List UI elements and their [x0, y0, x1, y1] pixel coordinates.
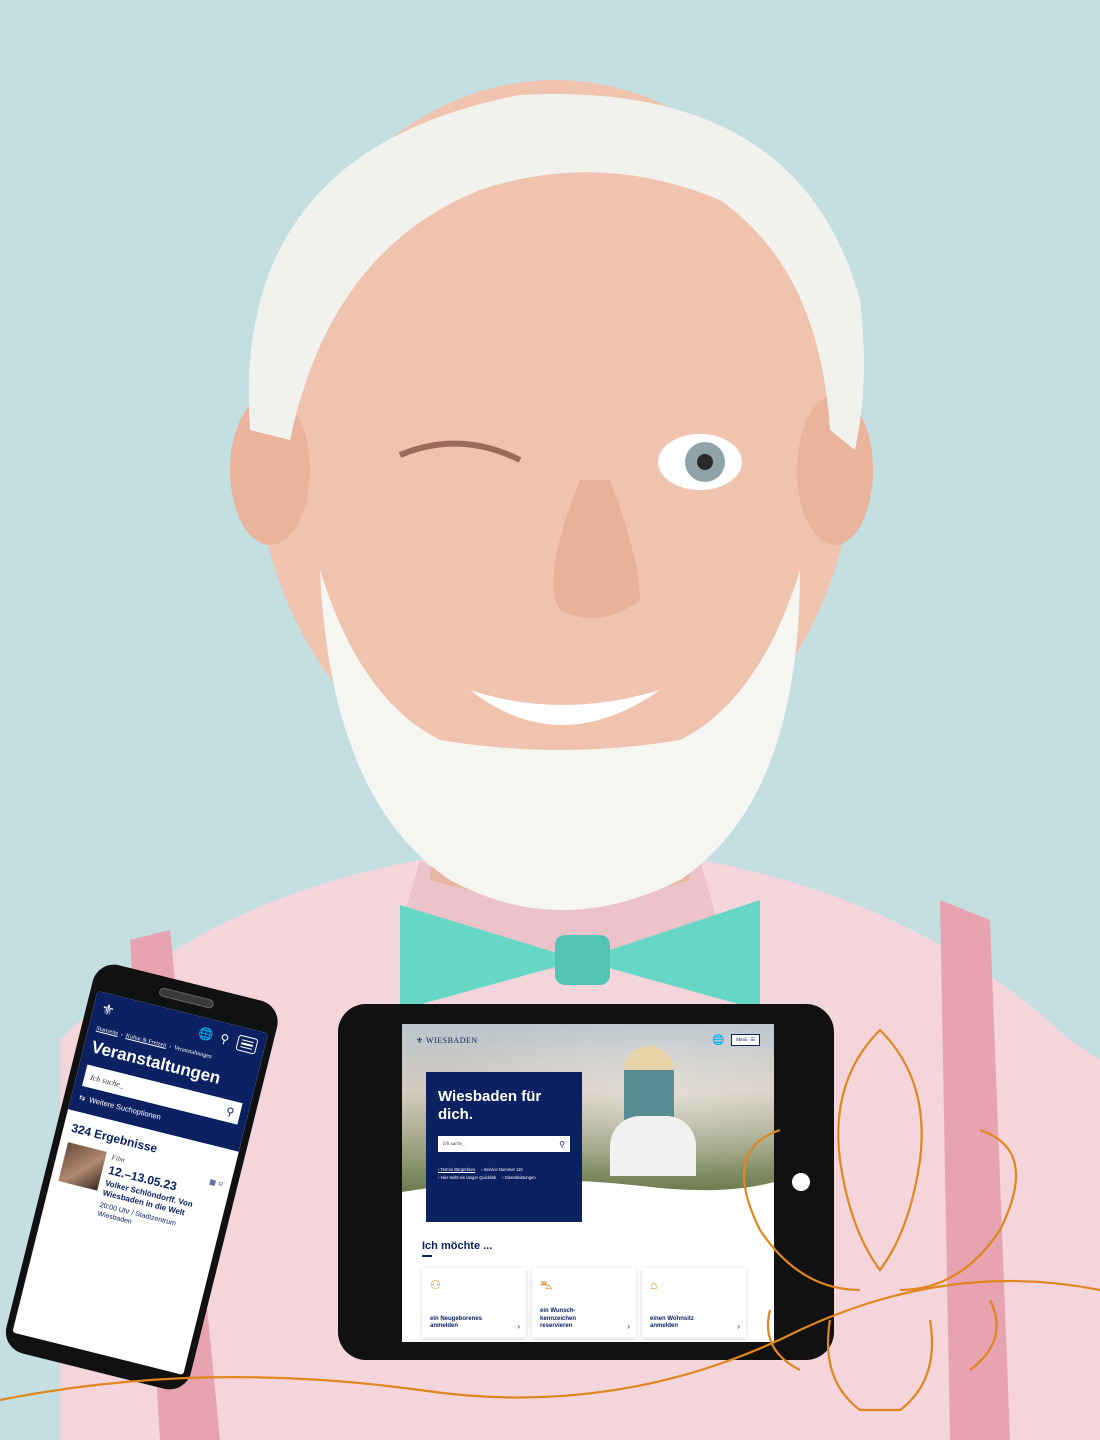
tile-label: ein Neugeborenes anmelden [430, 1315, 483, 1329]
quicklink-label: Termin Bürgerbüro [440, 1167, 476, 1172]
section-title: Ich möchte ... [422, 1240, 493, 1252]
quicklink-label: Hier steht ein langer Quicklink [440, 1174, 497, 1180]
car-icon: ⛍ [540, 1278, 553, 1292]
wiesbaden-logo[interactable]: ⚜ WIESBADEN [416, 1036, 478, 1045]
tablet-mockup: ⚜ WIESBADEN 🌐 Menü ☰ Wiesbaden für dich.… [338, 1004, 834, 1360]
tile-label: einen Wohnsitz anmelden [650, 1315, 694, 1329]
menu-button[interactable]: Menü ☰ [730, 1034, 760, 1046]
family-icon: ⚇ [430, 1278, 441, 1292]
globe-icon[interactable]: 🌐 [712, 1035, 724, 1046]
breadcrumb-home[interactable]: Startseite [96, 1026, 119, 1037]
menu-label: Menü [735, 1037, 748, 1043]
search-placeholder: Ich suche_ [443, 1141, 465, 1147]
calendar-icon[interactable]: ▦ [209, 1178, 217, 1187]
breadcrumb-separator: › [168, 1043, 172, 1051]
search-icon[interactable]: ⚲ [559, 1140, 565, 1149]
tablet-header: ⚜ WIESBADEN 🌐 Menü ☰ [416, 1034, 760, 1046]
event-thumbnail [58, 1142, 107, 1191]
tile-register-residence[interactable]: ⌂ einen Wohnsitz anmelden › [642, 1268, 746, 1338]
phone-speaker [158, 986, 215, 1010]
event-category: Film [110, 1153, 126, 1165]
quicklink[interactable]: › Service Nummer 115 [481, 1166, 523, 1174]
service-tiles: ⚇ ein Neugeborenes anmelden › ⛍ ein Wuns… [422, 1268, 774, 1338]
house-icon: ⌂ [650, 1278, 658, 1292]
globe-icon[interactable]: 🌐 [197, 1026, 215, 1043]
quicklinks: › Termin Bürgerbüro › Service Nummer 115… [438, 1166, 570, 1181]
search-icon[interactable]: ⚲ [216, 1031, 233, 1048]
quicklink[interactable]: › Termin Bürgerbüro [438, 1166, 475, 1174]
fleur-de-lis-logo-icon[interactable]: ⚜ [99, 1000, 116, 1021]
chevron-right-icon: › [627, 1322, 630, 1331]
quicklink-label: Dienstleistungen [504, 1174, 536, 1180]
search-placeholder: Ich suche_ [89, 1072, 126, 1090]
child-figure [624, 1046, 674, 1126]
tablet-home-button [792, 1173, 810, 1191]
hamburger-icon: ☰ [750, 1038, 755, 1043]
bookmark-icon[interactable]: ⌑ [218, 1180, 223, 1189]
hero-card: Wiesbaden für dich. Ich suche_ ⚲ › Termi… [426, 1072, 582, 1222]
quicklink[interactable]: › Dienstleistungen [502, 1174, 536, 1182]
tile-label: ein Wunsch-kennzeichen reservieren [540, 1308, 577, 1329]
chevron-right-icon: › [737, 1322, 740, 1331]
search-input[interactable]: Ich suche_ ⚲ [438, 1136, 570, 1152]
chevron-right-icon: › [517, 1322, 520, 1331]
tile-register-newborn[interactable]: ⚇ ein Neugeborenes anmelden › [422, 1268, 526, 1338]
quicklink[interactable]: › Hier steht ein langer Quicklink [438, 1174, 496, 1182]
logo-text: WIESBADEN [426, 1035, 478, 1045]
hamburger-menu-icon[interactable] [235, 1034, 259, 1055]
filter-icon: ⇆ [78, 1092, 87, 1103]
tablet-screen: ⚜ WIESBADEN 🌐 Menü ☰ Wiesbaden für dich.… [402, 1024, 774, 1342]
breadcrumb-separator: › [120, 1031, 124, 1039]
search-icon[interactable]: ⚲ [225, 1104, 236, 1119]
tile-reserve-plate[interactable]: ⛍ ein Wunsch-kennzeichen reservieren › [532, 1268, 636, 1338]
section-title-underline [422, 1255, 432, 1257]
parent-figure [610, 1116, 696, 1176]
hero-title: Wiesbaden für dich. [438, 1088, 542, 1123]
quicklink-label: Service Nummer 115 [483, 1167, 523, 1172]
